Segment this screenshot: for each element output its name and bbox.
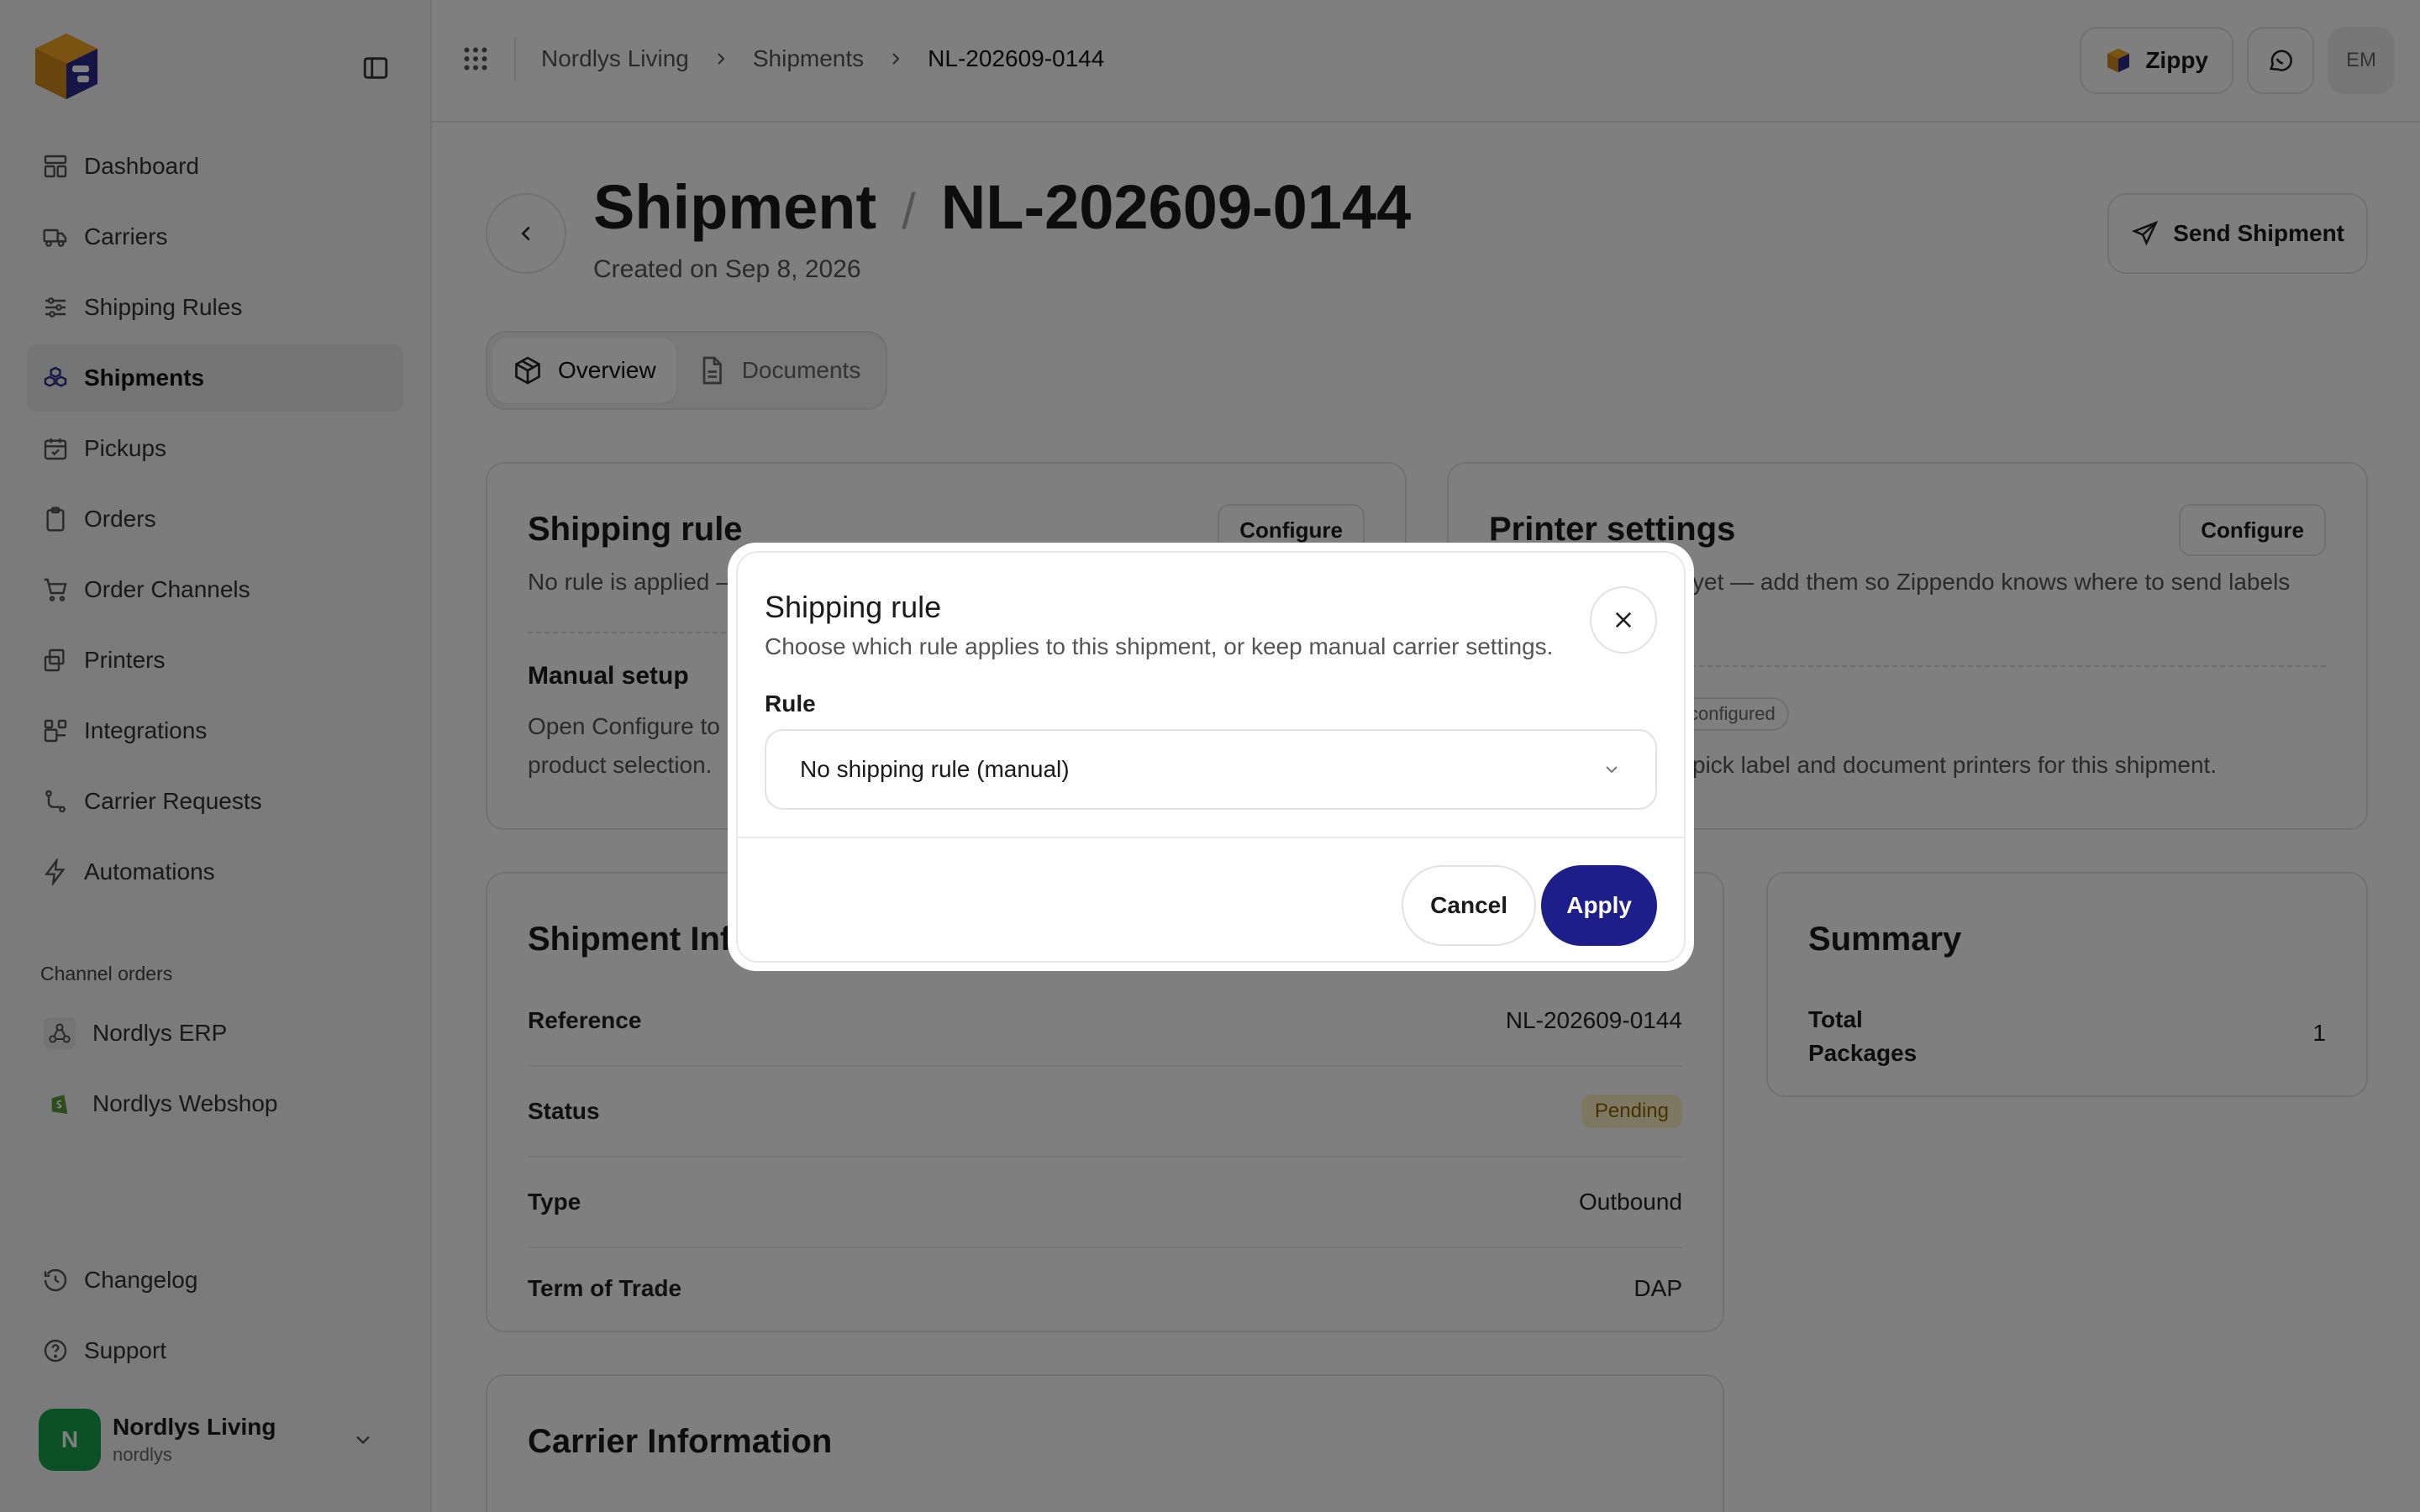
cancel-button[interactable]: Cancel bbox=[1402, 865, 1536, 946]
rule-field-label: Rule bbox=[765, 690, 816, 717]
rule-select-value: No shipping rule (manual) bbox=[800, 756, 1070, 782]
divider bbox=[738, 837, 1684, 838]
close-button[interactable] bbox=[1590, 586, 1657, 654]
close-icon bbox=[1615, 612, 1632, 628]
rule-select[interactable]: No shipping rule (manual) bbox=[765, 729, 1657, 810]
dialog-description: Choose which rule applies to this shipme… bbox=[765, 633, 1554, 659]
dialog-content: Shipping rule Choose which rule applies … bbox=[736, 551, 1686, 963]
apply-button[interactable]: Apply bbox=[1541, 865, 1657, 946]
dialog-title: Shipping rule bbox=[765, 590, 942, 624]
shipping-rule-dialog: Shipping rule Choose which rule applies … bbox=[728, 543, 1694, 971]
chevron-down-icon bbox=[1606, 766, 1618, 774]
